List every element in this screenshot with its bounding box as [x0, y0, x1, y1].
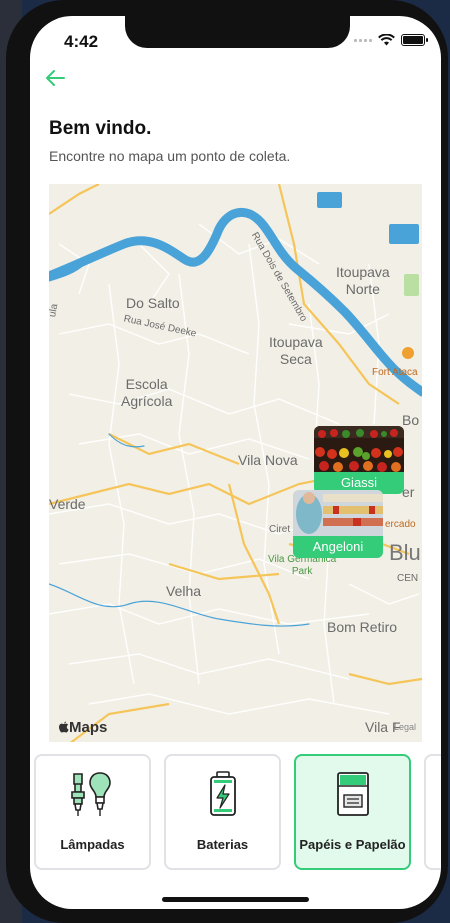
apple-maps-attribution[interactable]: Maps [59, 719, 107, 736]
category-label-lampadas: Lâmpadas [60, 837, 125, 852]
category-list[interactable]: Lâmpadas Baterias Papéis e Papelão [30, 752, 441, 877]
battery-icon [166, 770, 279, 820]
signal-icon [354, 38, 372, 42]
map-label-vila-nova: Vila Nova [238, 452, 298, 468]
map-label-verde: Verde [49, 496, 86, 512]
map-label-centro: CEN [397, 573, 419, 584]
map-label-mercado: ercado [385, 519, 416, 530]
maps-attribution-text: Maps [69, 719, 108, 736]
map-view[interactable]: Do Salto Rua José Deeke Rua Dois de Sete… [49, 184, 422, 742]
status-icons [354, 34, 428, 46]
map-label-blumenau: Blu [389, 540, 421, 565]
device-notch [125, 16, 350, 48]
category-card-next[interactable] [424, 754, 441, 870]
status-time: 4:42 [64, 32, 99, 51]
app-screen: 4:42 Bem vindo. Encontre no mapa um pont… [30, 16, 441, 909]
category-card-baterias[interactable]: Baterias [164, 754, 281, 870]
map-legal-link[interactable]: Legal [394, 722, 416, 732]
lamp-icon [36, 770, 149, 820]
map-label-itoupava-norte: Itoupava Norte [336, 264, 390, 297]
phone-frame: 4:42 Bem vindo. Encontre no mapa um pont… [6, 0, 448, 923]
apple-logo-icon [59, 721, 69, 733]
map-label-itoupava-seca: Itoupava Seca [269, 334, 323, 367]
category-label-baterias: Baterias [196, 837, 249, 852]
battery-status-icon [401, 34, 428, 46]
map-marker-giassi[interactable]: Giassi [314, 426, 404, 494]
back-arrow-icon[interactable] [43, 66, 67, 90]
map-marker-angeloni[interactable]: Angeloni [293, 490, 383, 558]
category-label-papeis: Papéis e Papelão [299, 837, 406, 852]
store-photo-giassi [314, 426, 404, 472]
paper-icon [296, 770, 409, 820]
page-subtitle: Encontre no mapa um ponto de coleta. [49, 148, 291, 164]
wifi-icon [378, 34, 395, 46]
category-card-papeis[interactable]: Papéis e Papelão [294, 754, 411, 870]
map-label-bo: Bo [402, 412, 420, 428]
home-indicator[interactable] [162, 897, 309, 902]
map-label-left-edge: ula [49, 302, 61, 319]
map-label-fort-atacadista: Fort Ataca [372, 367, 418, 378]
map-label-velha: Velha [166, 583, 202, 599]
map-label-ciret: Ciret [269, 524, 291, 535]
map-label-bom-retiro: Bom Retiro [327, 619, 398, 635]
map-label-escola-agricola: Escola Agrícola [121, 376, 173, 409]
map-label-do-salto: Do Salto [126, 295, 180, 311]
marker-name-angeloni: Angeloni [293, 536, 383, 558]
category-card-lampadas[interactable]: Lâmpadas [34, 754, 151, 870]
store-pin-icon [402, 347, 414, 359]
store-photo-angeloni [293, 490, 383, 536]
page-title: Bem vindo. [49, 118, 152, 139]
